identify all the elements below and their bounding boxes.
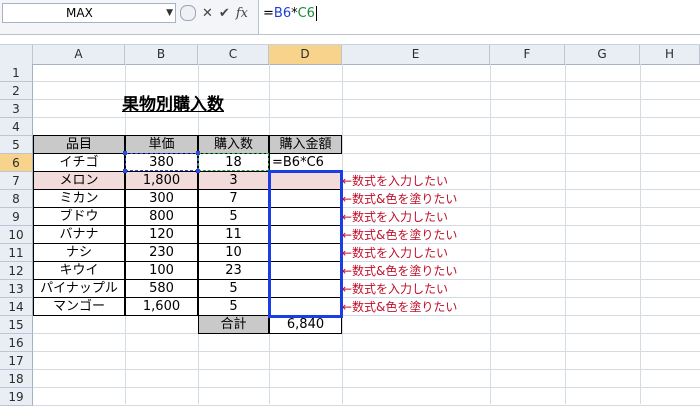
cell-price[interactable]: 580 (125, 279, 198, 298)
column-header-a[interactable]: A (33, 45, 125, 64)
cell-name[interactable]: キウイ (33, 261, 125, 280)
formula-options-icon[interactable] (180, 5, 196, 21)
gridline (33, 117, 700, 118)
row-header-18[interactable]: 18 (0, 370, 33, 388)
row-header-12[interactable]: 12 (0, 262, 33, 280)
column-header-c[interactable]: C (198, 45, 269, 64)
cell-name[interactable]: ナシ (33, 243, 125, 262)
header-qty[interactable]: 購入数 (198, 135, 269, 154)
column-header-e[interactable]: E (342, 45, 490, 64)
row-header-5[interactable]: 5 (0, 136, 33, 154)
resize-handle[interactable] (196, 169, 200, 173)
row-header-3[interactable]: 3 (0, 100, 33, 118)
cell-price[interactable]: 1,600 (125, 297, 198, 316)
cell-name[interactable]: バナナ (33, 225, 125, 244)
cell-price[interactable]: 800 (125, 207, 198, 226)
cell-qty[interactable]: 3 (198, 171, 269, 190)
gridline (33, 369, 700, 370)
insert-function-icon[interactable]: fx (236, 6, 248, 21)
gridline (33, 81, 700, 82)
formula-bar: MAX ▼ ✕ ✔ fx =B6*C6 (0, 0, 700, 35)
column-header-b[interactable]: B (125, 45, 198, 64)
annotation-note: ←数式&色を塗りたい (342, 192, 458, 206)
enter-icon[interactable]: ✔ (219, 6, 230, 21)
row-header-10[interactable]: 10 (0, 226, 33, 244)
select-all-corner[interactable] (0, 45, 33, 64)
gridline (640, 64, 641, 404)
cell-qty[interactable]: 10 (198, 243, 269, 262)
gridline (33, 333, 700, 334)
header-price[interactable]: 単価 (125, 135, 198, 154)
annotation-note: ←数式を入力したい (342, 210, 449, 224)
cell-price[interactable]: 300 (125, 189, 198, 208)
chevron-down-icon[interactable]: ▼ (166, 4, 173, 22)
row-header-17[interactable]: 17 (0, 352, 33, 370)
column-header-d[interactable]: D (269, 45, 342, 64)
cell-price[interactable]: 120 (125, 225, 198, 244)
row-header-9[interactable]: 9 (0, 208, 33, 226)
row-header-15[interactable]: 15 (0, 316, 33, 334)
resize-handle[interactable] (123, 169, 127, 173)
row-header-11[interactable]: 11 (0, 244, 33, 262)
gridline (565, 64, 566, 404)
cell-price[interactable]: 1,800 (125, 171, 198, 190)
formula-input[interactable]: =B6*C6 (258, 0, 700, 34)
row-header-19[interactable]: 19 (0, 388, 33, 406)
header-amount[interactable]: 購入金額 (269, 135, 342, 154)
header-item[interactable]: 品目 (33, 135, 125, 154)
column-header-g[interactable]: G (565, 45, 640, 64)
row-header-1[interactable]: 1 (0, 64, 33, 82)
cell-price[interactable]: 100 (125, 261, 198, 280)
annotation-note: ←数式を入力したい (342, 174, 449, 188)
cancel-icon[interactable]: ✕ (202, 6, 213, 21)
annotation-note: ←数式&色を塗りたい (342, 228, 458, 242)
formula-text: =B6*C6 (263, 6, 317, 21)
name-box[interactable]: MAX ▼ (2, 3, 176, 23)
formula-buttons: ✕ ✔ fx (180, 3, 248, 23)
cell-qty[interactable]: 5 (198, 207, 269, 226)
cell-name[interactable]: パイナップル (33, 279, 125, 298)
row-header-16[interactable]: 16 (0, 334, 33, 352)
reference-highlight-c6 (198, 153, 269, 171)
row-header-13[interactable]: 13 (0, 280, 33, 298)
row-header-8[interactable]: 8 (0, 190, 33, 208)
cell-price[interactable]: 230 (125, 243, 198, 262)
gridline (33, 351, 700, 352)
reference-highlight-b6 (125, 153, 198, 171)
name-box-value: MAX (66, 6, 93, 20)
resize-handle[interactable] (196, 151, 200, 155)
resize-handle[interactable] (123, 151, 127, 155)
row-header-2[interactable]: 2 (0, 82, 33, 100)
gridline (490, 64, 491, 404)
row-header-4[interactable]: 4 (0, 118, 33, 136)
sheet-title: 果物別購入数 (122, 95, 224, 115)
cell-name[interactable]: メロン (33, 171, 125, 190)
row-header-7[interactable]: 7 (0, 172, 33, 190)
annotation-note: ←数式を入力したい (342, 282, 449, 296)
cell-name[interactable]: マンゴー (33, 297, 125, 316)
target-range-box (268, 170, 343, 318)
column-header-h[interactable]: H (640, 45, 700, 64)
cell-name[interactable]: ミカン (33, 189, 125, 208)
annotation-note: ←数式を入力したい (342, 246, 449, 260)
cell-qty[interactable]: 23 (198, 261, 269, 280)
cell-qty[interactable]: 7 (198, 189, 269, 208)
column-headers: A B C D E F G H (0, 44, 700, 65)
annotation-note: ←数式&色を塗りたい (342, 300, 458, 314)
cell-name[interactable]: イチゴ (33, 153, 125, 172)
gridline (33, 387, 700, 388)
total-label[interactable]: 合計 (198, 315, 269, 334)
row-header-6[interactable]: 6 (0, 154, 33, 172)
cell-qty[interactable]: 5 (198, 279, 269, 298)
column-header-f[interactable]: F (490, 45, 565, 64)
cell-name[interactable]: ブドウ (33, 207, 125, 226)
row-header-14[interactable]: 14 (0, 298, 33, 316)
cell-qty[interactable]: 11 (198, 225, 269, 244)
cell-qty[interactable]: 5 (198, 297, 269, 316)
annotation-note: ←数式&色を塗りたい (342, 264, 458, 278)
